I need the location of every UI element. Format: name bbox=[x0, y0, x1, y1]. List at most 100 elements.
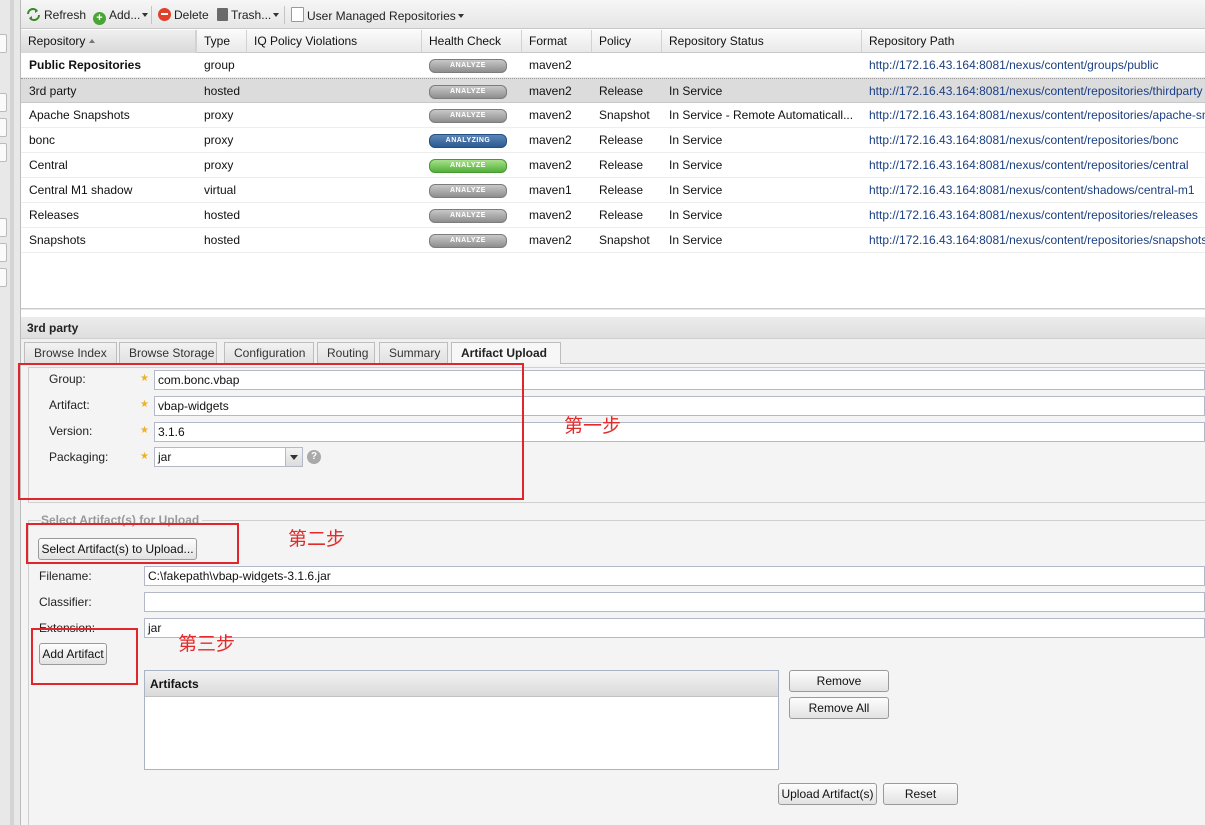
repository-type: proxy bbox=[204, 108, 234, 122]
repository-path-link[interactable]: http://172.16.43.164:8081/nexus/content/… bbox=[861, 103, 1205, 127]
packaging-select[interactable]: jar bbox=[154, 447, 303, 467]
required-star-icon: ★ bbox=[140, 451, 149, 462]
repository-name: 3rd party bbox=[29, 84, 77, 98]
nav-tab-handle[interactable] bbox=[0, 268, 7, 287]
nav-tab-handle[interactable] bbox=[0, 93, 7, 112]
column-header-repository[interactable]: Repository bbox=[21, 30, 196, 53]
repository-path-link[interactable]: http://172.16.43.164:8081/nexus/content/… bbox=[861, 178, 1205, 202]
repository-status: In Service - Remote Automaticall... bbox=[669, 108, 854, 122]
refresh-icon bbox=[26, 8, 41, 21]
add-button[interactable]: + Add... bbox=[93, 7, 149, 25]
repository-format: maven2 bbox=[529, 233, 572, 247]
trash-button[interactable]: Trash... bbox=[217, 7, 280, 23]
tab-browse-index[interactable]: Browse Index bbox=[24, 342, 117, 364]
repository-name: Public Repositories bbox=[29, 58, 142, 72]
table-row[interactable]: Central M1 shadow virtual ANALYZE maven1… bbox=[21, 178, 1205, 203]
column-header-repository-path[interactable]: Repository Path bbox=[862, 30, 1205, 53]
filename-label: Filename: bbox=[39, 569, 92, 583]
column-header-type[interactable]: Type bbox=[196, 30, 247, 53]
add-artifact-button[interactable]: Add Artifact bbox=[39, 643, 107, 665]
repository-policy: Release bbox=[599, 208, 644, 222]
repository-filter-menu[interactable]: User Managed Repositories bbox=[291, 7, 464, 23]
remove-all-button[interactable]: Remove All bbox=[789, 697, 889, 719]
nav-tab-handle[interactable] bbox=[0, 143, 7, 162]
analyze-button[interactable]: ANALYZE bbox=[429, 109, 507, 123]
analyze-button[interactable]: ANALYZE bbox=[429, 209, 507, 223]
table-row[interactable]: Releases hosted ANALYZE maven2 Release I… bbox=[21, 203, 1205, 228]
column-header-repository-status[interactable]: Repository Status bbox=[662, 30, 862, 53]
upload-artifacts-button[interactable]: Upload Artifact(s) bbox=[778, 783, 877, 805]
repository-policy: Release bbox=[599, 84, 644, 98]
chevron-down-icon bbox=[142, 13, 149, 17]
analyze-button[interactable]: ANALYZE bbox=[429, 85, 507, 99]
tab-routing[interactable]: Routing bbox=[317, 342, 375, 364]
filename-field[interactable]: C:\fakepath\vbap-widgets-3.1.6.jar bbox=[144, 566, 1205, 586]
panel-splitter[interactable] bbox=[21, 308, 1205, 310]
group-field[interactable]: com.bonc.vbap bbox=[154, 370, 1205, 390]
repository-format: maven2 bbox=[529, 208, 572, 222]
tab-configuration[interactable]: Configuration bbox=[224, 342, 314, 364]
extension-field[interactable]: jar bbox=[144, 618, 1205, 638]
sort-ascending-icon bbox=[89, 39, 96, 43]
nav-tab-handle[interactable] bbox=[0, 34, 7, 53]
table-row[interactable]: bonc proxy ANALYZING maven2 Release In S… bbox=[21, 128, 1205, 153]
repository-path-link[interactable]: http://172.16.43.164:8081/nexus/content/… bbox=[861, 53, 1205, 77]
column-header-iq-policy-violations[interactable]: IQ Policy Violations bbox=[247, 30, 422, 53]
table-row[interactable]: 3rd party hosted ANALYZE maven2 Release … bbox=[21, 78, 1205, 103]
tab-artifact-upload[interactable]: Artifact Upload bbox=[451, 342, 561, 365]
reset-button[interactable]: Reset bbox=[883, 783, 958, 805]
toolbar-separator bbox=[284, 6, 285, 24]
upload-fieldset-legend: Select Artifact(s) for Upload bbox=[41, 513, 203, 527]
tab-summary[interactable]: Summary bbox=[379, 342, 448, 364]
repository-path-link[interactable]: http://172.16.43.164:8081/nexus/content/… bbox=[861, 128, 1205, 152]
column-header-label: IQ Policy Violations bbox=[254, 34, 358, 48]
column-header-format[interactable]: Format bbox=[522, 30, 592, 53]
repository-status: In Service bbox=[669, 208, 723, 222]
analyze-button[interactable]: ANALYZE bbox=[429, 184, 507, 198]
delete-button[interactable]: Delete bbox=[158, 7, 209, 23]
table-row[interactable]: Apache Snapshots proxy ANALYZE maven2 Sn… bbox=[21, 103, 1205, 128]
remove-button[interactable]: Remove bbox=[789, 670, 889, 692]
refresh-button[interactable]: Refresh bbox=[26, 7, 86, 23]
step1-annotation: 第一步 bbox=[564, 416, 622, 437]
repository-format: maven2 bbox=[529, 158, 572, 172]
repository-name: Apache Snapshots bbox=[29, 108, 130, 122]
repository-path-link[interactable]: http://172.16.43.164:8081/nexus/content/… bbox=[861, 203, 1205, 227]
table-row[interactable]: Public Repositories group ANALYZE maven2… bbox=[21, 53, 1205, 78]
trash-icon bbox=[217, 8, 228, 21]
table-row[interactable]: Snapshots hosted ANALYZE maven2 Snapshot… bbox=[21, 228, 1205, 253]
analyze-button[interactable]: ANALYZE bbox=[429, 234, 507, 248]
delete-icon bbox=[158, 8, 171, 21]
version-field[interactable]: 3.1.6 bbox=[154, 422, 1205, 442]
table-row[interactable]: Central proxy ANALYZE maven2 Release In … bbox=[21, 153, 1205, 178]
column-header-health-check[interactable]: Health Check bbox=[422, 30, 522, 53]
artifact-field[interactable]: vbap-widgets bbox=[154, 396, 1205, 416]
chevron-down-icon[interactable] bbox=[285, 448, 302, 466]
nav-tab-handle[interactable] bbox=[0, 118, 7, 137]
classifier-field[interactable] bbox=[144, 592, 1205, 612]
repository-path-link[interactable]: http://172.16.43.164:8081/nexus/content/… bbox=[861, 79, 1205, 103]
nav-tab-handle[interactable] bbox=[0, 243, 7, 262]
repository-policy: Snapshot bbox=[599, 233, 650, 247]
repository-path-link[interactable]: http://172.16.43.164:8081/nexus/content/… bbox=[861, 153, 1205, 177]
select-artifacts-button[interactable]: Select Artifact(s) to Upload... bbox=[38, 538, 197, 560]
column-header-policy[interactable]: Policy bbox=[592, 30, 662, 53]
column-header-label: Repository Path bbox=[869, 34, 955, 48]
artifacts-list-header: Artifacts bbox=[145, 671, 778, 697]
repository-type: hosted bbox=[204, 84, 241, 98]
repository-filter-label: User Managed Repositories bbox=[307, 9, 456, 23]
repository-status: In Service bbox=[669, 84, 723, 98]
repository-path-link[interactable]: http://172.16.43.164:8081/nexus/content/… bbox=[861, 228, 1205, 252]
required-star-icon: ★ bbox=[140, 373, 149, 384]
nav-tab-handle[interactable] bbox=[0, 218, 7, 237]
tab-browse-storage[interactable]: Browse Storage bbox=[119, 342, 217, 364]
group-label: Group: bbox=[49, 372, 86, 386]
analyze-button[interactable]: ANALYZE bbox=[429, 159, 507, 173]
artifacts-list[interactable]: Artifacts bbox=[144, 670, 779, 770]
help-icon[interactable]: ? bbox=[307, 450, 321, 464]
add-icon: + bbox=[93, 12, 106, 25]
analyzing-status-button[interactable]: ANALYZING bbox=[429, 134, 507, 148]
analyze-button[interactable]: ANALYZE bbox=[429, 59, 507, 73]
left-nav-collapsed bbox=[0, 0, 21, 825]
repository-format: maven2 bbox=[529, 58, 572, 72]
